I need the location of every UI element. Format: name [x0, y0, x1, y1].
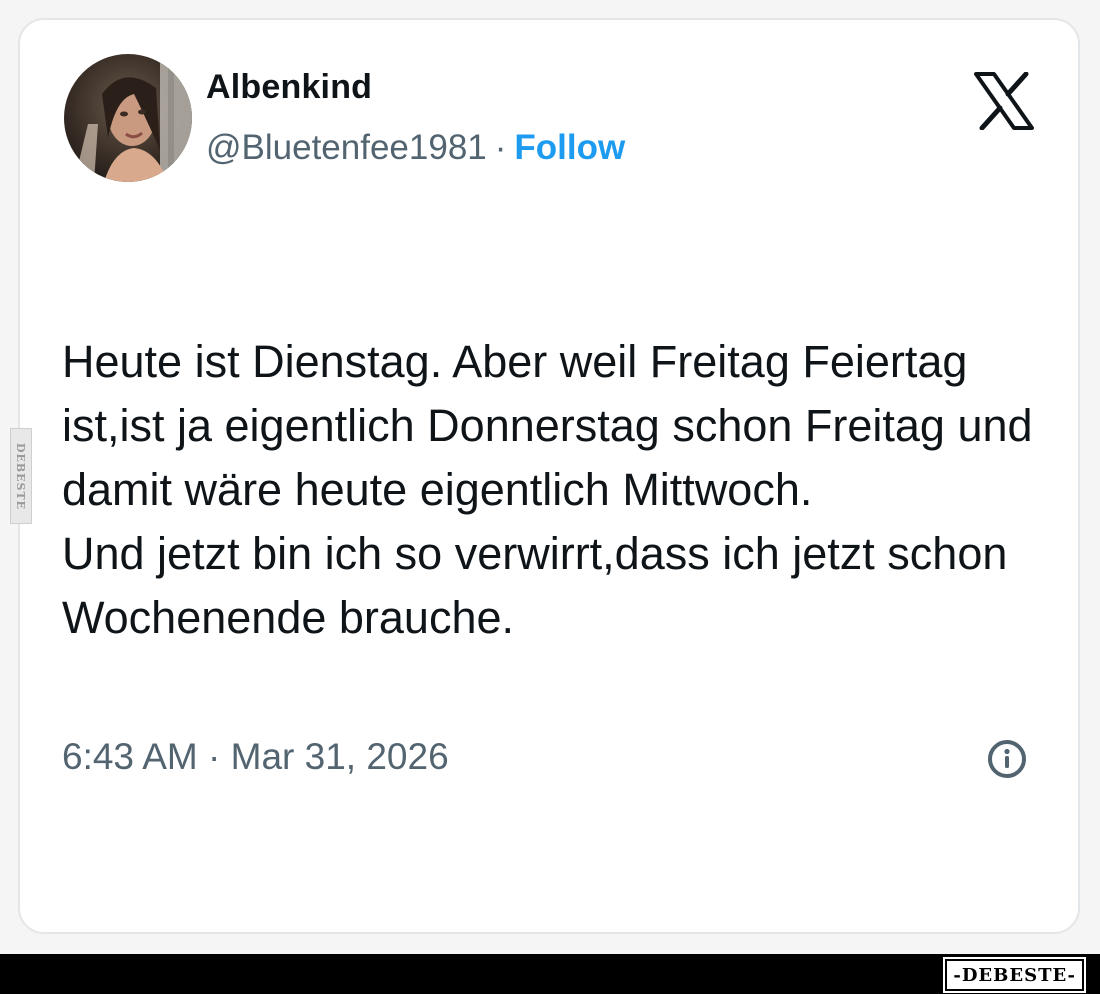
x-logo-icon[interactable] — [974, 71, 1034, 131]
author-handle[interactable]: @Bluetenfee1981 — [206, 128, 487, 167]
avatar-photo — [64, 54, 192, 182]
handle-row: @Bluetenfee1981 · Follow — [206, 128, 625, 168]
tweet-timestamp[interactable]: 6:43 AM · Mar 31, 2026 — [62, 736, 449, 778]
avatar[interactable] — [64, 54, 192, 182]
tweet-card: Albenkind @Bluetenfee1981 · Follow Heute i… — [18, 18, 1080, 934]
tweet-paragraph: Heute ist Dienstag. Aber weil Freitag Fe… — [62, 336, 1033, 515]
info-icon[interactable] — [986, 738, 1028, 780]
bottom-bar: -DEBESTE- — [0, 954, 1100, 994]
follow-button[interactable]: Follow — [514, 128, 625, 167]
tweet-paragraph: Und jetzt bin ich so verwirrt,dass ich j… — [62, 528, 1008, 643]
separator-dot: · — [494, 128, 507, 167]
brand-watermark: -DEBESTE- — [943, 957, 1086, 993]
author-name[interactable]: Albenkind — [206, 68, 372, 107]
side-watermark-text: DEBESTE — [14, 442, 28, 510]
tweet-text: Heute ist Dienstag. Aber weil Freitag Fe… — [62, 330, 1062, 650]
side-watermark: DEBESTE — [10, 428, 32, 524]
page: Albenkind @Bluetenfee1981 · Follow Heute i… — [0, 0, 1100, 994]
